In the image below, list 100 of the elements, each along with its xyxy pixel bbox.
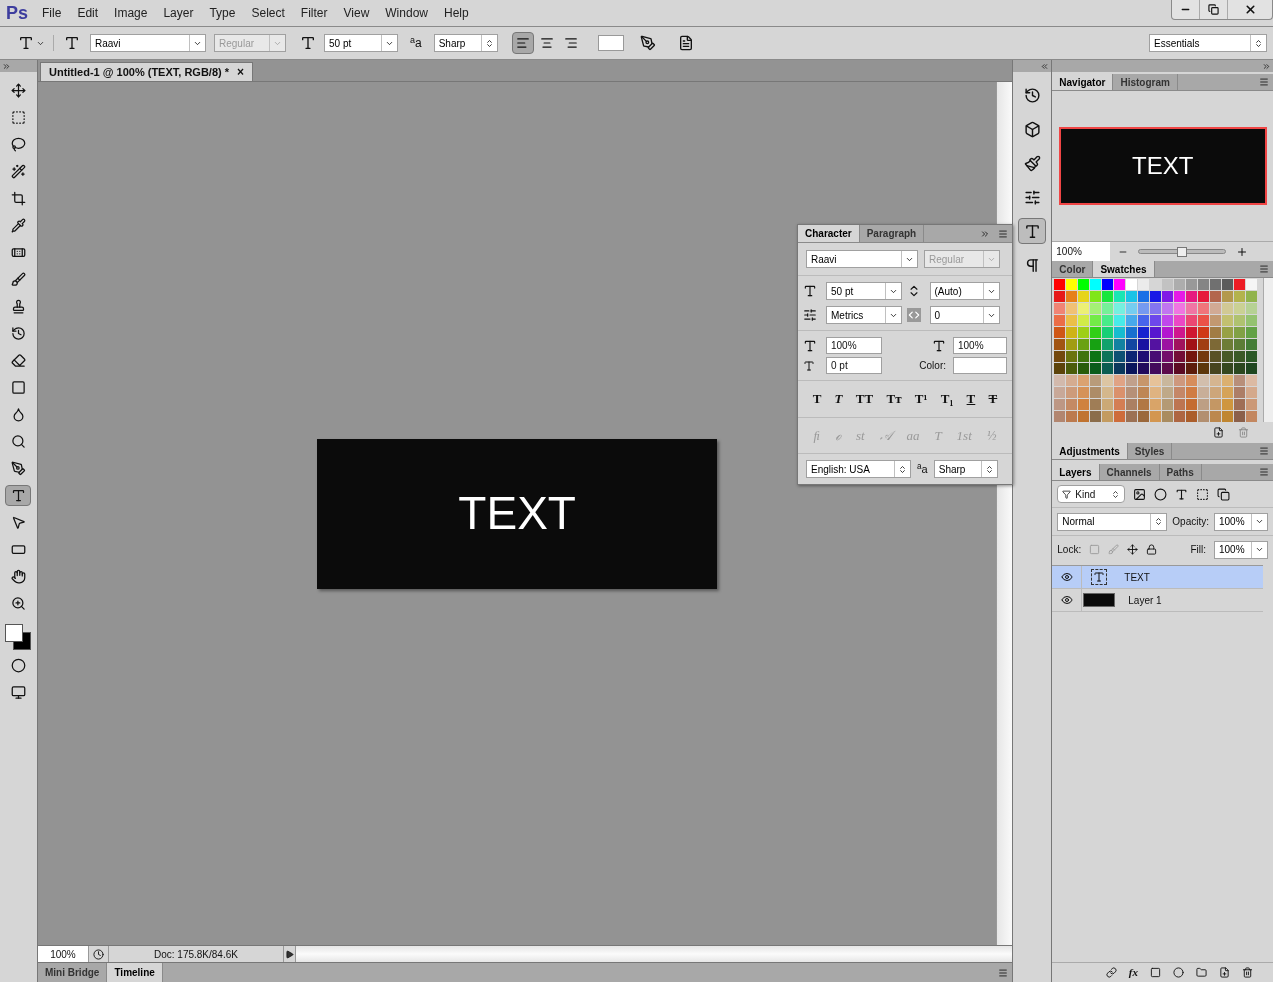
collapse-icon[interactable] bbox=[1040, 61, 1050, 71]
text-style-button[interactable]: T¹ bbox=[914, 389, 928, 409]
workspace-dropdown[interactable]: Essentials bbox=[1149, 34, 1267, 52]
fill-dropdown[interactable]: 100% bbox=[1214, 540, 1268, 559]
eraser-icon bbox=[11, 353, 26, 368]
shape-filter-icon[interactable] bbox=[1196, 487, 1210, 501]
app-logo: Ps bbox=[5, 1, 30, 25]
eyedropper-icon bbox=[11, 218, 26, 233]
type-icon[interactable] bbox=[18, 35, 34, 51]
text-style-button[interactable]: TT bbox=[855, 389, 874, 409]
text-color-swatch[interactable] bbox=[953, 357, 1007, 374]
stepper-icon bbox=[898, 464, 907, 474]
text-style-button[interactable]: T bbox=[966, 389, 976, 409]
menu-item[interactable]: Image bbox=[106, 4, 156, 22]
text-color-swatch[interactable] bbox=[597, 35, 624, 51]
document-tab[interactable]: Untitled-1 @ 100% (TEXT, RGB/8) * × bbox=[39, 62, 254, 81]
lock-label: Lock: bbox=[1057, 543, 1082, 557]
language-dropdown[interactable]: English: USA bbox=[806, 460, 911, 478]
play-icon[interactable] bbox=[284, 949, 294, 959]
font-size-dropdown[interactable]: 50 pt bbox=[826, 282, 902, 300]
menu-item[interactable]: Help bbox=[436, 4, 477, 22]
visibility-icon[interactable] bbox=[1060, 594, 1073, 606]
tracking-dropdown[interactable]: 0 bbox=[929, 306, 1000, 324]
dock-button[interactable] bbox=[1018, 218, 1047, 244]
font-family-dropdown[interactable]: Raavi bbox=[806, 250, 918, 268]
clock-icon[interactable] bbox=[92, 948, 104, 960]
menu-item[interactable]: Edit bbox=[69, 4, 107, 22]
text-style-button[interactable]: T bbox=[834, 389, 843, 409]
link-icon[interactable] bbox=[1105, 967, 1117, 978]
menu-item[interactable]: File bbox=[34, 4, 70, 22]
menu-item[interactable]: Layer bbox=[155, 4, 202, 22]
trash-icon[interactable] bbox=[1242, 967, 1253, 978]
baseline-shift-field[interactable]: 0 pt bbox=[826, 357, 882, 374]
panel-menu-icon[interactable] bbox=[998, 967, 1009, 978]
menu-item[interactable]: Select bbox=[243, 4, 293, 22]
menu-item[interactable]: Filter bbox=[292, 4, 336, 22]
leading-dropdown[interactable]: (Auto) bbox=[929, 282, 1000, 300]
collapse-icon[interactable] bbox=[1262, 61, 1271, 71]
panel-menu-icon[interactable] bbox=[998, 228, 1008, 239]
expand-icon[interactable] bbox=[2, 61, 11, 71]
panel-menu-icon[interactable] bbox=[1259, 77, 1269, 87]
panel-tab[interactable]: Layers bbox=[1052, 464, 1100, 480]
layer-row[interactable]: TEXT bbox=[1052, 566, 1263, 589]
menu-item[interactable]: View bbox=[335, 4, 378, 22]
horizontal-scale-field[interactable]: 100% bbox=[953, 337, 1007, 354]
horizontal-scrollbar[interactable] bbox=[295, 946, 1013, 962]
blend-mode-dropdown[interactable]: Normal bbox=[1057, 512, 1168, 531]
navigator-zoom-field[interactable]: 100% bbox=[1052, 242, 1111, 261]
menu-item[interactable]: Window bbox=[377, 4, 436, 22]
type-filter-icon[interactable] bbox=[1175, 487, 1189, 501]
zoom-slider[interactable] bbox=[1138, 245, 1227, 258]
font-size-dropdown[interactable]: 50 pt bbox=[324, 34, 398, 52]
canvas-text: TEXT bbox=[458, 486, 576, 541]
sliders-icon bbox=[1023, 188, 1041, 206]
image-filter-icon[interactable] bbox=[1133, 487, 1147, 501]
layer-filter-dropdown[interactable]: Kind bbox=[1057, 485, 1126, 503]
caret-icon bbox=[1255, 517, 1264, 526]
navigator-preview[interactable]: TEXT bbox=[1058, 127, 1267, 205]
layer-style-button[interactable]: fx bbox=[1128, 964, 1138, 981]
antialias-icon: $^{a}$a bbox=[917, 460, 928, 478]
text-style-button[interactable]: Tт bbox=[886, 389, 902, 409]
vertical-type-icon[interactable] bbox=[64, 35, 80, 51]
screen-mode-icon[interactable] bbox=[11, 685, 26, 700]
menu-item[interactable]: Type bbox=[201, 4, 244, 22]
panel-menu-icon[interactable] bbox=[1259, 467, 1269, 477]
swatch-grid-drawing[interactable] bbox=[1054, 279, 1259, 423]
panels-toggle-icon[interactable] bbox=[677, 35, 694, 51]
collapse-icon[interactable] bbox=[980, 228, 990, 239]
new-layer-icon[interactable] bbox=[1219, 967, 1230, 978]
panel-menu-icon[interactable] bbox=[1259, 446, 1269, 456]
panel-menu-icon[interactable] bbox=[1259, 264, 1269, 274]
slider-thumb[interactable] bbox=[1177, 246, 1188, 257]
zoom-in-icon[interactable] bbox=[1236, 245, 1249, 258]
adjustment-icon[interactable] bbox=[1173, 967, 1184, 978]
color-swatches-drawing[interactable] bbox=[3, 622, 34, 652]
panel-tab[interactable]: Swatches bbox=[1093, 261, 1155, 277]
font-family-dropdown[interactable]: Raavi bbox=[90, 34, 206, 52]
text-style-button[interactable]: T₁ bbox=[940, 389, 954, 409]
close-tab-button[interactable]: × bbox=[237, 63, 245, 81]
folder-icon[interactable] bbox=[1196, 967, 1207, 978]
tool-button[interactable] bbox=[5, 485, 32, 506]
new-swatch-icon[interactable] bbox=[1213, 426, 1224, 438]
visibility-icon[interactable] bbox=[1060, 571, 1073, 583]
panel-tab[interactable]: Navigator bbox=[1052, 74, 1114, 90]
antialias-dropdown[interactable]: Sharp bbox=[933, 460, 998, 478]
layer-row[interactable]: Layer 1 bbox=[1052, 589, 1263, 612]
text-style-button[interactable]: T bbox=[988, 389, 998, 409]
swatch-scrollbar[interactable] bbox=[1263, 278, 1273, 422]
panel-tab[interactable]: Character bbox=[798, 225, 860, 242]
antialias-dropdown[interactable]: Sharp bbox=[433, 34, 498, 52]
align-left-button[interactable] bbox=[511, 32, 534, 54]
lock-icon[interactable] bbox=[1146, 544, 1158, 555]
vertical-scale-field[interactable]: 100% bbox=[826, 337, 882, 354]
text-style-button[interactable]: T bbox=[812, 389, 822, 409]
panel-tab[interactable]: Adjustments bbox=[1052, 443, 1128, 459]
zoom-field[interactable]: 100% bbox=[37, 946, 89, 962]
kerning-dropdown[interactable]: Metrics bbox=[826, 306, 902, 324]
opacity-dropdown[interactable]: 100% bbox=[1214, 512, 1268, 531]
lock-position-icon[interactable] bbox=[1127, 544, 1139, 555]
panel-tab[interactable]: Timeline bbox=[107, 963, 163, 982]
